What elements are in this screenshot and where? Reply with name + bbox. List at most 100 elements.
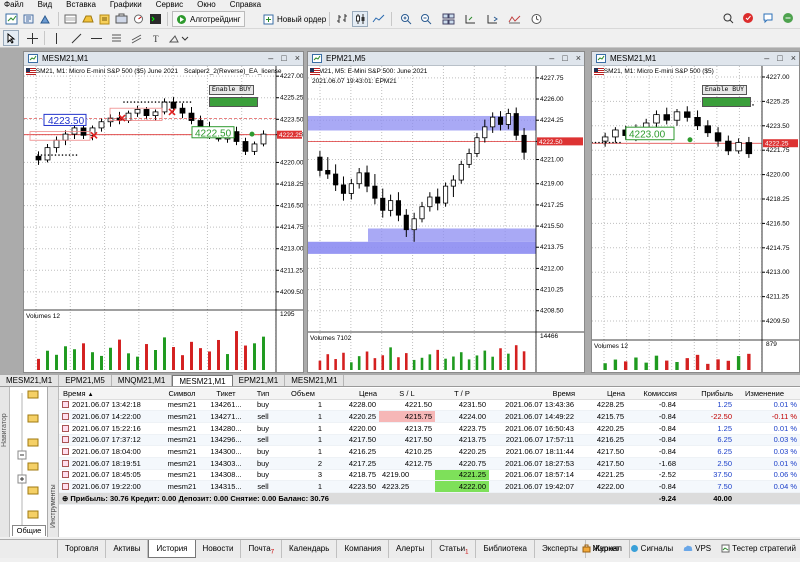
- chart-2-canvas[interactable]: 4227.75 4226.00 4224.25 4222.50 4221.00 4219.…: [308, 66, 584, 372]
- maximize-icon[interactable]: □: [777, 53, 782, 63]
- chart-window-3-title-bar[interactable]: MESM21,M1 – □ ×: [592, 52, 799, 66]
- col-close-time[interactable]: Время: [489, 388, 577, 400]
- minimize-icon[interactable]: –: [268, 53, 273, 63]
- alerts-icon[interactable]: [742, 12, 754, 26]
- col-tp[interactable]: T / P: [435, 388, 489, 400]
- enable-buy-button[interactable]: Enable BUY: [702, 85, 748, 95]
- col-ticket[interactable]: Тикет: [207, 388, 245, 400]
- table-row[interactable]: 2021.06.07 13:42:18 mesm21 134261... buy 1 42…: [59, 399, 800, 412]
- chart-window-1[interactable]: MESM21,M1 – □ × 4223.50 4222.50 4227.00 422…: [23, 51, 304, 373]
- col-close-price[interactable]: Цена: [577, 388, 627, 400]
- navigator-icon[interactable]: [96, 11, 112, 27]
- candlestick-chart-icon[interactable]: [352, 11, 368, 27]
- market-watch-icon[interactable]: [62, 11, 78, 27]
- tab-calendar[interactable]: Календарь: [282, 540, 338, 558]
- vertical-line-icon[interactable]: [48, 30, 64, 46]
- signals-link[interactable]: Сигналы: [630, 544, 673, 553]
- fibonacci-icon[interactable]: [108, 30, 124, 46]
- table-row[interactable]: 2021.06.07 15:22:16 mesm21 134280... buy 1 42…: [59, 422, 800, 435]
- shapes-menu-icon[interactable]: [168, 30, 190, 46]
- col-price[interactable]: Цена: [325, 388, 379, 400]
- tab-experts[interactable]: Эксперты: [535, 540, 586, 558]
- chart-window-2[interactable]: EPM21,M5 – □ × 4227.75 4226.00 4224.25 4222…: [307, 51, 585, 373]
- chart-1-canvas[interactable]: 4223.50 4222.50 4227.00 4225.25 4223.50 4222.…: [24, 66, 303, 372]
- algo-trading-button[interactable]: Алготрейдинг: [172, 11, 245, 27]
- table-row[interactable]: 2021.06.07 18:45:05 mesm21 134308... buy 3 42…: [59, 469, 800, 482]
- cursor-icon[interactable]: [3, 30, 19, 46]
- enable-buy-button[interactable]: Enable BUY: [209, 85, 255, 95]
- toolbox-icon[interactable]: [113, 11, 129, 27]
- new-chart-icon[interactable]: [3, 11, 19, 27]
- new-order-button[interactable]: Новый ордер: [259, 11, 330, 27]
- close-icon[interactable]: ×: [576, 53, 581, 63]
- menu-window[interactable]: Окно: [197, 0, 216, 9]
- chart-tab[interactable]: EPM21,M5: [59, 375, 112, 386]
- tile-windows-icon[interactable]: [440, 11, 456, 27]
- chart-tab[interactable]: EPM21,M1: [233, 375, 286, 386]
- col-type[interactable]: Тип: [245, 388, 281, 400]
- close-icon[interactable]: ×: [295, 53, 300, 63]
- maximize-icon[interactable]: □: [281, 53, 286, 63]
- table-row[interactable]: 2021.06.07 18:04:00 mesm21 134300... buy 1 42…: [59, 445, 800, 458]
- table-row[interactable]: 2021.06.07 18:19:51 mesm21 134303... buy 2 42…: [59, 457, 800, 470]
- tab-exposure[interactable]: Активы: [106, 540, 149, 558]
- tab-articles[interactable]: Статьи1: [432, 540, 477, 558]
- data-window-icon[interactable]: [79, 11, 95, 27]
- maximize-icon[interactable]: □: [562, 53, 567, 63]
- chart-window-2-title-bar[interactable]: EPM21,M5 – □ ×: [308, 52, 584, 66]
- zoom-in-icon[interactable]: [398, 11, 414, 27]
- col-change[interactable]: Изменение: [735, 388, 800, 400]
- menu-insert[interactable]: Вставка: [66, 0, 96, 9]
- menu-charts[interactable]: Графики: [110, 0, 142, 9]
- terminal-icon[interactable]: [147, 11, 163, 27]
- menu-tools[interactable]: Сервис: [156, 0, 183, 9]
- chat-icon[interactable]: [762, 12, 774, 26]
- tab-news[interactable]: Новости: [196, 540, 242, 558]
- table-row[interactable]: 2021.06.07 17:37:12 mesm21 134296... sell 1 4…: [59, 434, 800, 447]
- chart-shift-icon[interactable]: [462, 11, 478, 27]
- text-tool-icon[interactable]: T: [148, 30, 164, 46]
- autoscroll-icon[interactable]: [484, 11, 500, 27]
- tab-library[interactable]: Библиотека: [476, 540, 535, 558]
- crosshair-icon[interactable]: [24, 30, 40, 46]
- market-link[interactable]: Маркет: [582, 544, 620, 553]
- chart-tab-active[interactable]: MESM21,M1: [172, 375, 233, 386]
- chart-3-canvas[interactable]: 4223.00 4227.00 4225.25 4223.50 4221.75 4220.…: [592, 66, 799, 372]
- menu-help[interactable]: Справка: [230, 0, 261, 9]
- search-icon[interactable]: [723, 13, 734, 26]
- vps-link[interactable]: VPS: [683, 544, 711, 553]
- bar-chart-icon[interactable]: [334, 11, 350, 27]
- strategy-tester-link[interactable]: Тестер стратегий: [721, 544, 796, 553]
- table-row[interactable]: 2021.06.07 14:22:00 mesm21 134271... sell 1 4…: [59, 410, 800, 423]
- close-icon[interactable]: ×: [791, 53, 796, 63]
- periods-icon[interactable]: [528, 11, 544, 27]
- tab-company[interactable]: Компания: [337, 540, 390, 558]
- equidistant-channel-icon[interactable]: [128, 30, 144, 46]
- table-row[interactable]: 2021.06.07 19:22:00 mesm21 134315... sell 1 4…: [59, 480, 800, 493]
- col-volume[interactable]: Объем: [281, 388, 325, 400]
- minimize-icon[interactable]: –: [549, 53, 554, 63]
- minimize-icon[interactable]: –: [764, 53, 769, 63]
- chart-tab[interactable]: MESM21,M1: [285, 375, 345, 386]
- trendline-icon[interactable]: [68, 30, 84, 46]
- menu-file[interactable]: Файл: [4, 0, 24, 9]
- templates-icon[interactable]: [37, 11, 53, 27]
- line-chart-icon[interactable]: [370, 11, 386, 27]
- col-time[interactable]: Время ▲: [59, 388, 157, 400]
- zoom-out-icon[interactable]: [418, 11, 434, 27]
- chart-tab[interactable]: MNQM21,M1: [112, 375, 173, 386]
- col-sl[interactable]: S / L: [379, 388, 435, 400]
- col-profit[interactable]: Прибыль: [679, 388, 735, 400]
- enable-sell-button[interactable]: Enable SELL: [702, 97, 751, 107]
- chart-tab[interactable]: MESM21,M1: [0, 375, 60, 386]
- tab-mailbox[interactable]: Почта7: [241, 540, 283, 558]
- strategy-tester-icon[interactable]: [130, 11, 146, 27]
- navigator-general-tab[interactable]: Общие: [12, 525, 46, 536]
- tab-alerts[interactable]: Алерты: [389, 540, 433, 558]
- col-symbol[interactable]: Символ: [157, 388, 207, 400]
- profiles-icon[interactable]: [20, 11, 36, 27]
- chart-window-3[interactable]: MESM21,M1 – □ × 4223.00 4227.00 4225.25 422…: [591, 51, 800, 373]
- indicators-icon[interactable]: [506, 11, 522, 27]
- col-commission[interactable]: Комиссия: [627, 388, 679, 400]
- tab-trade[interactable]: Торговля: [58, 540, 107, 558]
